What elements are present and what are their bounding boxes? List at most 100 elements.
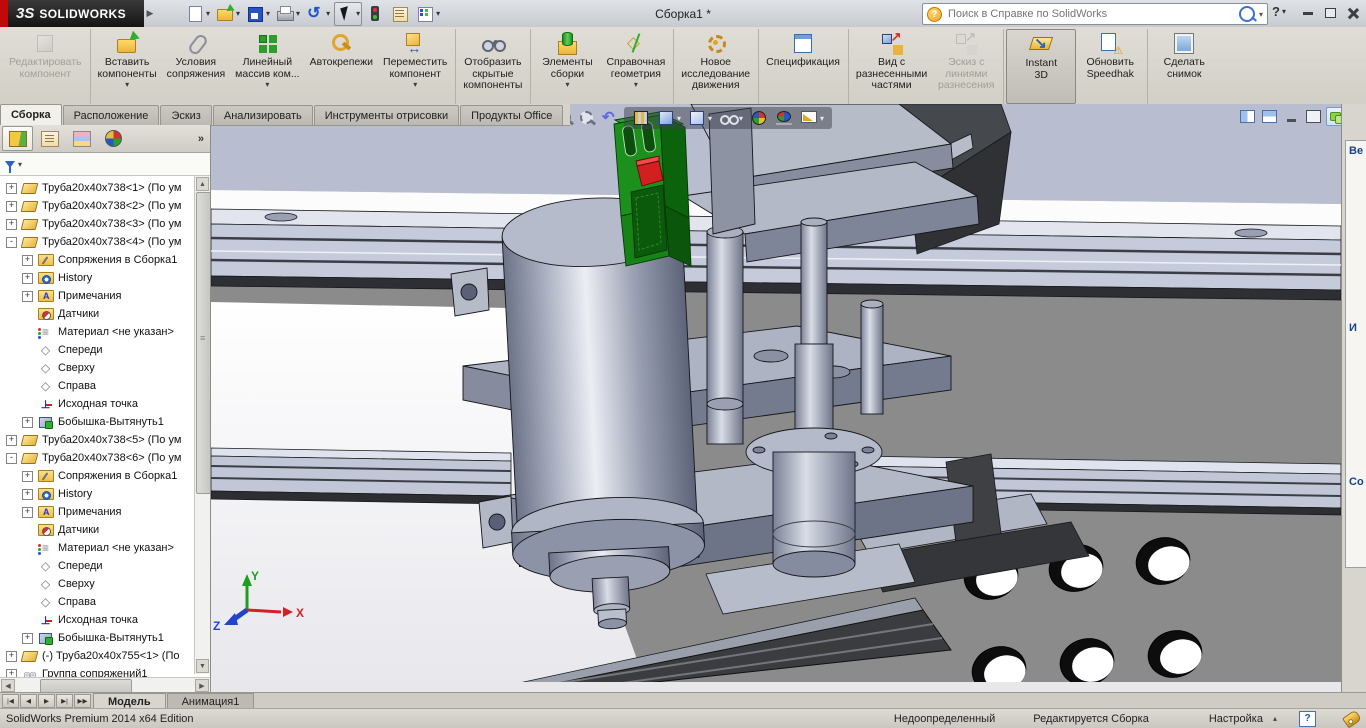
move-component-button[interactable]: Переместить компонент ▾	[378, 29, 456, 104]
explode-line-sketch-button[interactable]: Эскиз с линиями разнесения	[932, 29, 1004, 104]
tree-item-material[interactable]: Материал <не указан>	[0, 539, 210, 557]
tutorials-icon[interactable]	[1349, 213, 1364, 227]
tree-item-top-plane[interactable]: Сверху	[0, 359, 210, 377]
expand-toggle[interactable]: +	[22, 291, 33, 302]
go-to-end-button[interactable]: ▶▶	[74, 694, 91, 708]
play-button[interactable]: ▶	[38, 694, 55, 708]
task-pane[interactable]: Ве И Со	[1341, 104, 1366, 692]
dropdown-caret[interactable]: ▾	[356, 9, 360, 18]
tree-item-tube738-4[interactable]: - Труба20x40x738<4> (По ум	[0, 233, 198, 251]
help-icon[interactable]	[1349, 236, 1364, 250]
smart-fasteners-button[interactable]: Автокрепежи	[305, 29, 378, 104]
viewport-3d[interactable]: Y X Z	[211, 104, 1341, 692]
tree-item-front-plane[interactable]: Спереди	[0, 557, 210, 575]
assembly-features-button[interactable]: Элементы сборки ▾	[533, 29, 601, 104]
tab-animation[interactable]: Анимация1	[167, 693, 255, 709]
show-hidden-components-button[interactable]: Отобразить скрытые компоненты	[458, 29, 531, 104]
expand-toggle[interactable]: +	[22, 273, 33, 284]
tree-item-sensors[interactable]: Датчики	[0, 305, 210, 323]
tree-item-annotations[interactable]: + Примечания	[0, 287, 210, 305]
tree-item-mates-in-asm[interactable]: + Сопряжения в Сборка1	[0, 467, 210, 485]
info-icon[interactable]	[1349, 282, 1364, 296]
dropdown-caret[interactable]: ▾	[265, 80, 269, 89]
tools-icon[interactable]	[1349, 436, 1364, 450]
expand-toggle[interactable]: -	[6, 237, 17, 248]
restore-document-button[interactable]	[1304, 108, 1322, 125]
dropdown-caret[interactable]: ▾	[708, 114, 712, 123]
tab-propertymanager[interactable]	[34, 126, 65, 151]
dropdown-caret[interactable]: ▾	[739, 114, 743, 123]
tree-item-right-plane[interactable]: Справа	[0, 593, 210, 611]
sw-resource-2-icon[interactable]	[1349, 367, 1364, 381]
section-view-icon[interactable]	[632, 109, 650, 127]
edit-component-button[interactable]: Редактировать компонент	[4, 29, 91, 104]
tree-item-front-plane[interactable]: Спереди	[0, 341, 210, 359]
new-motion-study-button[interactable]: Новое исследование движения	[676, 29, 759, 104]
tree-item-tube738-5[interactable]: + Труба20x40x738<5> (По ум	[0, 431, 198, 449]
expand-toggle[interactable]: +	[22, 255, 33, 266]
vertical-scrollbar[interactable]: ▲ ▼	[194, 176, 210, 674]
help-search-box[interactable]: ? ▾	[922, 3, 1268, 25]
undo-button[interactable]: ▾	[304, 2, 332, 26]
insert-components-button[interactable]: Вставить компоненты ▾	[93, 29, 162, 104]
tree-item-origin[interactable]: Исходная точка	[0, 611, 210, 629]
tab-assembly[interactable]: Сборка	[0, 104, 62, 125]
tree-item-tube755-1[interactable]: + (-) Труба20x40x755<1> (По	[0, 647, 198, 665]
split-view-left-button[interactable]	[1238, 108, 1256, 125]
model-lower-rail-left[interactable]	[211, 448, 511, 504]
tree-item-boss-extrude[interactable]: + Бобышка-Вытянуть1	[0, 413, 210, 431]
open-button[interactable]: ▾	[214, 2, 242, 26]
apply-scene-icon[interactable]	[775, 109, 793, 127]
subscription-icon[interactable]	[1349, 413, 1364, 427]
prev-frame-button[interactable]: ◀	[20, 694, 37, 708]
search-input[interactable]	[946, 7, 1235, 21]
expand-toggle[interactable]: +	[22, 417, 33, 428]
take-snapshot-button[interactable]: Сделать снимок	[1150, 29, 1218, 104]
sw-resource-1-icon[interactable]	[1349, 344, 1364, 358]
reference-geometry-button[interactable]: Справочная геометрия ▾	[601, 29, 674, 104]
scroll-up-icon[interactable]: ▲	[196, 177, 209, 191]
expand-toggle[interactable]: +	[6, 201, 17, 212]
tab-office-products[interactable]: Продукты Office	[460, 105, 563, 125]
tree-item-sensors[interactable]: Датчики	[0, 521, 210, 539]
dropdown-caret[interactable]: ▾	[413, 80, 417, 89]
configuration-label[interactable]: Настройка	[1209, 713, 1263, 725]
expand-toggle[interactable]: +	[22, 489, 33, 500]
expand-toggle[interactable]: -	[6, 453, 17, 464]
expand-toggle[interactable]: +	[22, 471, 33, 482]
tree-item-boss-extrude[interactable]: + Бобышка-Вытянуть1	[0, 629, 210, 647]
minimize-button[interactable]	[1297, 5, 1319, 21]
tab-layout[interactable]: Расположение	[63, 105, 160, 125]
tab-sketch[interactable]: Эскиз	[160, 105, 211, 125]
tree-item-tube738-6[interactable]: - Труба20x40x738<6> (По ум	[0, 449, 198, 467]
view-settings-icon[interactable]: ▾	[800, 109, 824, 127]
tree-item-tube738-1[interactable]: + Труба20x40x738<1> (По ум	[0, 179, 198, 197]
vertical-scrollbar-thumb[interactable]	[196, 192, 210, 494]
dropdown-caret[interactable]: ▾	[236, 9, 240, 18]
close-button[interactable]	[1342, 5, 1364, 21]
whats-new-icon[interactable]	[1349, 259, 1364, 273]
dropdown-caret[interactable]: ▾	[296, 9, 300, 18]
panel-chevron[interactable]: »	[198, 133, 204, 145]
community-icon[interactable]	[1349, 498, 1364, 512]
exploded-view-button[interactable]: Вид с разнесенными частями	[851, 29, 932, 104]
scroll-left-icon[interactable]: ◀	[1, 679, 15, 692]
minimize-document-button[interactable]	[1282, 108, 1300, 125]
display-style-icon[interactable]: ▾	[688, 109, 712, 127]
next-frame-button[interactable]: ▶|	[56, 694, 73, 708]
partners-icon[interactable]	[1349, 521, 1364, 535]
save-button[interactable]: ▾	[244, 2, 272, 26]
tab-displaymanager[interactable]	[98, 126, 129, 151]
dropdown-caret[interactable]: ▾	[820, 114, 824, 123]
new-document-button[interactable]: ▾	[184, 2, 212, 26]
expand-toggle[interactable]: +	[6, 651, 17, 662]
dropdown-caret[interactable]: ▾	[266, 9, 270, 18]
mate-button[interactable]: Условия сопряжения	[162, 29, 231, 104]
tree-item-mates-in-asm[interactable]: + Сопряжения в Сборка1	[0, 251, 210, 269]
tree-item-annotations[interactable]: + Примечания	[0, 503, 210, 521]
tab-evaluate[interactable]: Анализировать	[213, 105, 313, 125]
view-orientation-icon[interactable]: ▾	[657, 109, 681, 127]
scroll-right-icon[interactable]: ▶	[195, 679, 209, 692]
edit-appearance-icon[interactable]	[750, 109, 768, 127]
print-button[interactable]: ▾	[274, 2, 302, 26]
